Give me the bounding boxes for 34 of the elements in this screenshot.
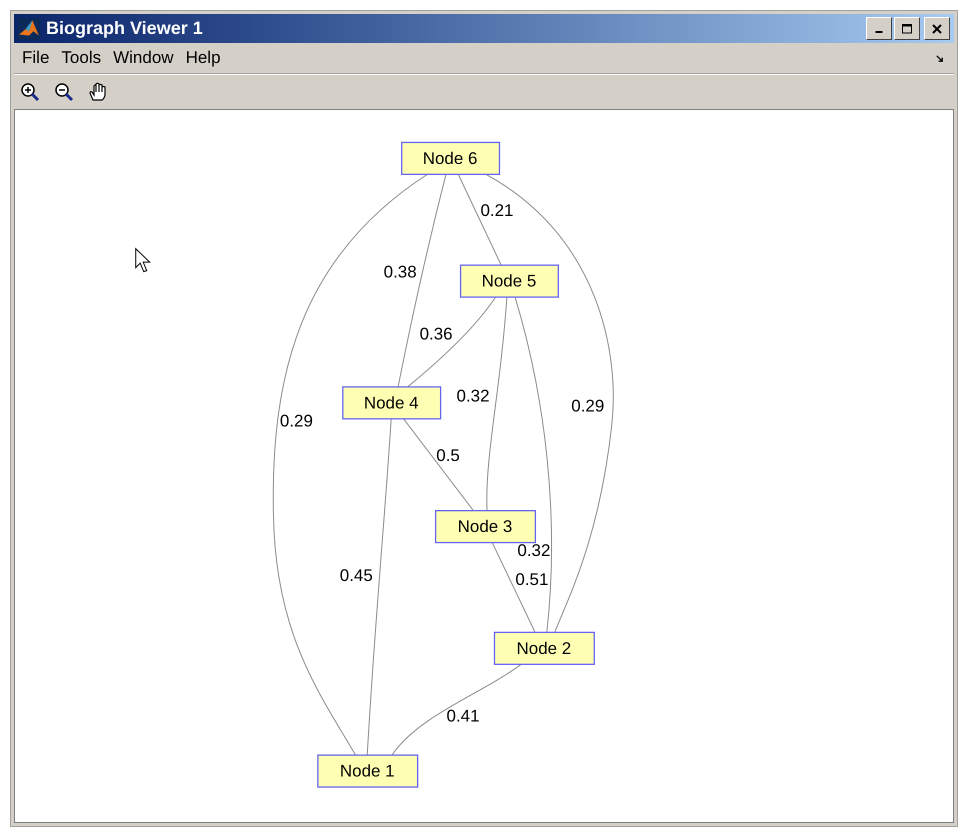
cursor-icon — [135, 248, 151, 272]
zoom-in-icon[interactable] — [20, 82, 40, 102]
edge-weight: 0.21 — [480, 200, 514, 220]
app-logo-icon — [18, 18, 40, 40]
edge-weight: 0.32 — [456, 386, 490, 406]
edge-weight: 0.5 — [436, 446, 460, 466]
edge-weight: 0.51 — [515, 570, 548, 589]
graph-node[interactable]: Node 3 — [434, 510, 536, 544]
close-button[interactable] — [924, 17, 950, 40]
edge-weight: 0.32 — [517, 541, 550, 560]
menu-item[interactable]: Help — [182, 48, 229, 68]
edge-weight: 0.36 — [420, 324, 453, 344]
edge-weight: 0.41 — [446, 706, 480, 726]
hand-icon[interactable] — [88, 82, 108, 102]
window-title: Biograph Viewer 1 — [46, 18, 204, 39]
graph-node[interactable]: Node 2 — [494, 632, 595, 665]
menu-item[interactable]: Window — [109, 48, 182, 68]
edge-weight: 0.29 — [571, 396, 604, 416]
edge-weight: 0.38 — [384, 262, 417, 282]
minimize-button[interactable] — [866, 17, 892, 40]
edge-weight: 0.29 — [280, 411, 313, 430]
graph-node[interactable]: Node 5 — [460, 264, 559, 298]
maximize-icon — [902, 24, 912, 34]
dock-arrow-icon[interactable] — [935, 54, 944, 62]
minimize-icon — [875, 31, 883, 33]
zoom-out-icon[interactable] — [54, 82, 74, 102]
edge-weight: 0.45 — [340, 566, 373, 585]
maximize-button[interactable] — [894, 17, 920, 40]
graph-node[interactable]: Node 6 — [401, 142, 500, 176]
menu-item[interactable]: File — [18, 48, 58, 68]
close-icon — [932, 24, 942, 34]
graph-node[interactable]: Node 4 — [342, 386, 442, 420]
graph-node[interactable]: Node 1 — [317, 754, 418, 788]
menu-item[interactable]: Tools — [57, 48, 110, 68]
